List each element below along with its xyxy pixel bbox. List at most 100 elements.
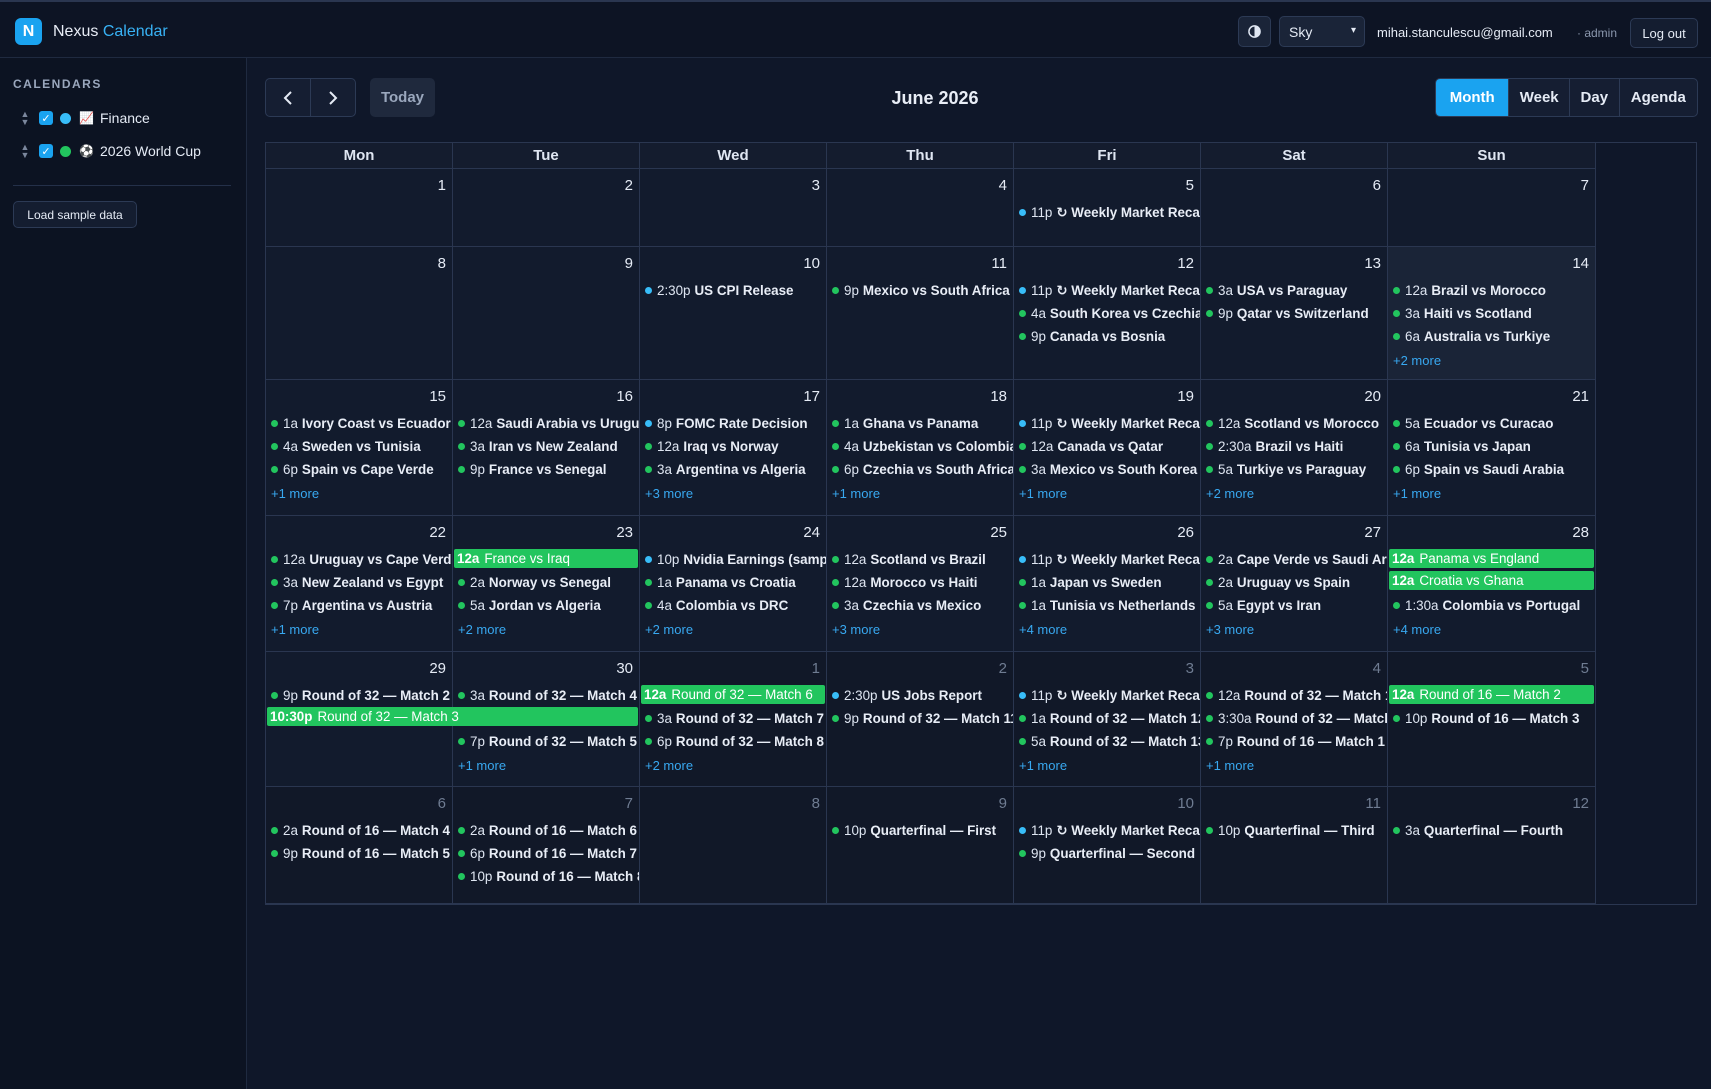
day-number[interactable]: 10 [803, 255, 820, 272]
more-events-link[interactable]: +2 more [458, 622, 506, 637]
day-number[interactable]: 6 [1373, 177, 1381, 194]
day-number[interactable]: 16 [616, 388, 633, 405]
event-item[interactable]: 3a USA vs Paraguay [1206, 280, 1387, 301]
day-cell[interactable]: 10 11p ↻ Weekly Market Recap 9p Quarterfinal… [1014, 787, 1201, 904]
day-cell[interactable]: 4 12a Round of 32 — Match 15 3:30a Round of … [1201, 652, 1388, 787]
day-cell[interactable]: 4 [827, 169, 1014, 247]
event-item[interactable]: 9p Qatar vs Switzerland [1206, 303, 1387, 324]
drag-handle-icon[interactable]: ▲ ▼ [19, 110, 31, 127]
event-item[interactable]: 1a Japan vs Sweden [1019, 572, 1200, 593]
event-item[interactable]: 2:30p US Jobs Report [832, 685, 1013, 706]
more-events-link[interactable]: +1 more [1206, 758, 1254, 773]
day-cell[interactable]: 3 11p ↻ Weekly Market Recap 1a Round of 32 —… [1014, 652, 1201, 787]
day-number[interactable]: 18 [990, 388, 1007, 405]
event-item[interactable]: 1a Ghana vs Panama [832, 413, 1013, 434]
event-item[interactable]: 5a Ecuador vs Curacao [1393, 413, 1595, 434]
event-item[interactable]: 1a Ivory Coast vs Ecuador [271, 413, 452, 434]
day-number[interactable]: 3 [812, 177, 820, 194]
event-item[interactable]: 11p ↻ Weekly Market Recap [1019, 685, 1200, 706]
event-item[interactable]: 7p Round of 32 — Match 5 [458, 731, 639, 752]
more-events-link[interactable]: +2 more [645, 622, 693, 637]
event-item[interactable]: 12a Canada vs Qatar [1019, 436, 1200, 457]
day-number[interactable]: 8 [438, 255, 446, 272]
more-events-link[interactable]: +2 more [1206, 486, 1254, 501]
event-item[interactable]: 10p Quarterfinal — Third [1206, 820, 1387, 841]
day-cell[interactable]: 23 2a Norway vs Senegal 5a Jordan vs Algeria… [453, 516, 640, 652]
event-item[interactable]: 12a Brazil vs Morocco [1393, 280, 1595, 301]
day-cell[interactable]: 3 [640, 169, 827, 247]
day-number[interactable]: 4 [1373, 660, 1381, 677]
day-cell[interactable]: 15 1a Ivory Coast vs Ecuador 4a Sweden vs Tu… [266, 380, 453, 516]
day-cell[interactable]: 22 12a Uruguay vs Cape Verde 3a New Zealand … [266, 516, 453, 652]
event-item[interactable]: 3a Czechia vs Mexico [832, 595, 1013, 616]
event-item[interactable]: 4a Uzbekistan vs Colombia [832, 436, 1013, 457]
app-logo[interactable]: N [15, 18, 42, 45]
day-number[interactable]: 5 [1581, 660, 1589, 677]
day-number[interactable]: 2 [625, 177, 633, 194]
event-item[interactable]: 3a Mexico vs South Korea [1019, 459, 1200, 480]
event-item[interactable]: 5a Jordan vs Algeria [458, 595, 639, 616]
event-item[interactable]: 7p Argentina vs Austria [271, 595, 452, 616]
event-item[interactable]: 4a Sweden vs Tunisia [271, 436, 452, 457]
event-item[interactable]: 11p ↻ Weekly Market Recap [1019, 202, 1200, 223]
theme-select[interactable]: Sky ▾ [1279, 16, 1365, 47]
day-number[interactable]: 23 [616, 524, 633, 541]
view-day-button[interactable]: Day [1568, 79, 1619, 116]
day-number[interactable]: 28 [1572, 524, 1589, 541]
day-cell[interactable]: 5 11p ↻ Weekly Market Recap [1014, 169, 1201, 247]
event-item[interactable]: 11p ↻ Weekly Market Recap [1019, 280, 1200, 301]
day-cell[interactable]: 8 [266, 247, 453, 380]
event-item[interactable]: 11p ↻ Weekly Market Recap [1019, 820, 1200, 841]
view-agenda-button[interactable]: Agenda [1618, 79, 1697, 116]
event-item[interactable]: 12a Scotland vs Brazil [832, 549, 1013, 570]
day-number[interactable]: 17 [803, 388, 820, 405]
event-item[interactable]: 9p Mexico vs South Africa [832, 280, 1013, 301]
more-events-link[interactable]: +4 more [1393, 622, 1441, 637]
all-day-event-bar[interactable]: 12a Round of 32 — Match 6 [641, 685, 825, 704]
event-item[interactable]: 2aCape Verde vs Saudi Arabia [1206, 549, 1387, 570]
day-cell[interactable]: 8 [640, 787, 827, 904]
event-item[interactable]: 3a Round of 32 — Match 7 [645, 708, 826, 729]
day-cell[interactable]: 2 [453, 169, 640, 247]
day-cell[interactable]: 19 11p ↻ Weekly Market Recap 12a Canada vs Q… [1014, 380, 1201, 516]
event-item[interactable]: 10p Quarterfinal — First [832, 820, 1013, 841]
all-day-event-bar[interactable]: 12a Croatia vs Ghana [1389, 571, 1594, 590]
today-button[interactable]: Today [370, 78, 435, 117]
day-number[interactable]: 2 [999, 660, 1007, 677]
day-number[interactable]: 25 [990, 524, 1007, 541]
event-item[interactable]: 2a Round of 16 — Match 4 [271, 820, 452, 841]
more-events-link[interactable]: +1 more [1019, 758, 1067, 773]
view-month-button[interactable]: Month [1436, 79, 1509, 116]
event-item[interactable]: 9p France vs Senegal [458, 459, 639, 480]
event-item[interactable]: 6p Spain vs Saudi Arabia [1393, 459, 1595, 480]
event-item[interactable]: 3a Iran vs New Zealand [458, 436, 639, 457]
day-number[interactable]: 5 [1186, 177, 1194, 194]
more-events-link[interactable]: +1 more [271, 486, 319, 501]
day-number[interactable]: 7 [1581, 177, 1589, 194]
event-item[interactable]: 2a Norway vs Senegal [458, 572, 639, 593]
event-item[interactable]: 9p Round of 16 — Match 5 [271, 843, 452, 864]
day-number[interactable]: 9 [999, 795, 1007, 812]
calendar-item-world-cup[interactable]: ▲ ▼ ✓ ⚽ 2026 World Cup [19, 140, 201, 162]
day-cell[interactable]: 7 [1388, 169, 1596, 247]
load-sample-data-button[interactable]: Load sample data [13, 201, 137, 228]
day-number[interactable]: 13 [1364, 255, 1381, 272]
day-cell[interactable]: 12 3a Quarterfinal — Fourth [1388, 787, 1596, 904]
day-cell[interactable]: 21 5a Ecuador vs Curacao 6a Tunisia vs Japan… [1388, 380, 1596, 516]
event-item[interactable]: 8p FOMC Rate Decision [645, 413, 826, 434]
day-number[interactable]: 29 [429, 660, 446, 677]
event-item[interactable]: 9p Round of 32 — Match 2 [271, 685, 452, 706]
event-item[interactable]: 2:30a Brazil vs Haiti [1206, 436, 1387, 457]
event-item[interactable]: 12a Morocco vs Haiti [832, 572, 1013, 593]
event-item[interactable]: 1a Panama vs Croatia [645, 572, 826, 593]
event-item[interactable]: 3a Quarterfinal — Fourth [1393, 820, 1595, 841]
more-events-link[interactable]: +1 more [1019, 486, 1067, 501]
day-cell[interactable]: 12 11p ↻ Weekly Market Recap 4a South Korea … [1014, 247, 1201, 380]
event-item[interactable]: 5a Round of 32 — Match 13 [1019, 731, 1200, 752]
previous-month-button[interactable] [266, 79, 310, 116]
day-cell[interactable]: 18 1a Ghana vs Panama 4a Uzbekistan vs Colom… [827, 380, 1014, 516]
more-events-link[interactable]: +1 more [271, 622, 319, 637]
event-item[interactable]: 11p ↻ Weekly Market Recap [1019, 413, 1200, 434]
event-item[interactable]: 1:30a Colombia vs Portugal [1393, 595, 1595, 616]
more-events-link[interactable]: +2 more [1393, 353, 1441, 368]
